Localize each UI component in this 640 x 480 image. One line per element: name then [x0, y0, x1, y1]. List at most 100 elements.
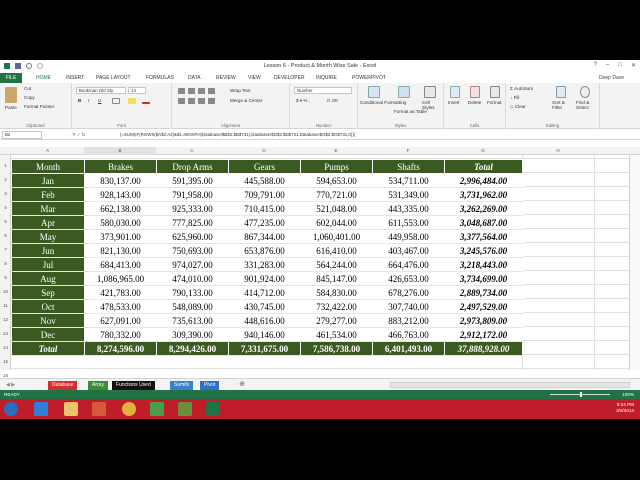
value-cell[interactable]: 534,711.00 — [372, 173, 445, 188]
value-cell[interactable]: 474,010.00 — [156, 271, 229, 286]
sheet-tab-database[interactable]: Database — [48, 381, 78, 390]
row-header[interactable]: 8 — [0, 261, 11, 266]
tab-insert[interactable]: INSERT — [66, 73, 84, 83]
italic-icon[interactable]: I — [88, 98, 89, 103]
tab-data[interactable]: DATA — [188, 73, 201, 83]
sort-filter-icon[interactable] — [556, 86, 566, 98]
grand-total-cell[interactable]: 37,888,928.00 — [444, 341, 523, 356]
clear-button[interactable]: ◇ Clear — [510, 104, 526, 110]
row-total-cell[interactable]: 3,245,576.00 — [444, 243, 523, 258]
month-cell[interactable]: Nov — [11, 313, 85, 328]
value-cell[interactable]: 1,086,965.00 — [84, 271, 157, 286]
value-cell[interactable]: 449,958.00 — [372, 229, 445, 244]
new-sheet-icon[interactable]: ⊕ — [238, 380, 246, 389]
find-icon[interactable] — [580, 86, 590, 98]
app-icon[interactable] — [150, 402, 164, 416]
value-cell[interactable]: 791,958.00 — [156, 187, 229, 202]
value-cell[interactable]: 279,277.00 — [300, 313, 373, 328]
media-icon[interactable] — [92, 402, 106, 416]
paste-icon[interactable] — [5, 87, 17, 103]
value-cell[interactable]: 940,146.00 — [228, 327, 301, 342]
total-cell[interactable]: 7,586,738.00 — [300, 341, 373, 356]
value-cell[interactable]: 883,212.00 — [372, 313, 445, 328]
value-cell[interactable]: 678,276.00 — [372, 285, 445, 300]
borders-icon[interactable] — [112, 98, 120, 104]
month-cell[interactable]: Oct — [11, 299, 85, 314]
value-cell[interactable]: 478,533.00 — [84, 299, 157, 314]
row-header[interactable]: 5 — [0, 219, 11, 224]
value-cell[interactable]: 584,830.00 — [300, 285, 373, 300]
cell-styles-button[interactable]: Cell Styles — [422, 100, 442, 110]
insert-button[interactable]: Insert — [448, 100, 460, 105]
row-header[interactable]: 1 — [0, 163, 11, 168]
value-cell[interactable]: 591,395.00 — [156, 173, 229, 188]
horizontal-scrollbar[interactable] — [390, 382, 630, 388]
row-total-cell[interactable]: 3,731,962.00 — [444, 187, 523, 202]
wrap-text-button[interactable]: Wrap Text — [230, 88, 251, 93]
value-cell[interactable]: 594,653.00 — [300, 173, 373, 188]
value-cell[interactable]: 309,390.00 — [156, 327, 229, 342]
column-header[interactable]: H — [522, 147, 594, 155]
column-header[interactable]: F — [372, 147, 444, 155]
value-cell[interactable]: 901,924.00 — [228, 271, 301, 286]
header-pumps[interactable]: Pumps — [300, 159, 373, 174]
month-cell[interactable]: Jun — [11, 243, 85, 258]
month-cell[interactable]: Aug — [11, 271, 85, 286]
column-header[interactable]: B — [84, 147, 156, 155]
value-cell[interactable]: 867,344.00 — [228, 229, 301, 244]
value-cell[interactable]: 373,901.00 — [84, 229, 157, 244]
tab-developer[interactable]: DEVELOPER — [274, 73, 305, 83]
value-cell[interactable]: 602,044.00 — [300, 215, 373, 230]
fill-color-icon[interactable] — [128, 98, 136, 104]
header-total[interactable]: Total — [444, 159, 523, 174]
value-cell[interactable]: 443,335.00 — [372, 201, 445, 216]
value-cell[interactable]: 403,467.00 — [372, 243, 445, 258]
sheet-tab-sumifs[interactable]: Sumifs — [170, 381, 194, 390]
value-cell[interactable]: 653,876.00 — [228, 243, 301, 258]
value-cell[interactable]: 709,791.00 — [228, 187, 301, 202]
row-header[interactable]: 3 — [0, 191, 11, 196]
row-header[interactable]: 6 — [0, 233, 11, 238]
value-cell[interactable]: 611,553.00 — [372, 215, 445, 230]
value-cell[interactable]: 307,740.00 — [372, 299, 445, 314]
row-header[interactable]: 9 — [0, 275, 11, 280]
value-cell[interactable]: 625,960.00 — [156, 229, 229, 244]
underline-icon[interactable]: U — [98, 98, 101, 103]
row-total-cell[interactable]: 2,912,172.00 — [444, 327, 523, 342]
sort-filter-button[interactable]: Sort & Filter — [552, 100, 574, 110]
row-total-cell[interactable]: 3,048,687.00 — [444, 215, 523, 230]
month-cell[interactable]: Jul — [11, 257, 85, 272]
cut-button[interactable]: Cut — [24, 86, 31, 91]
copy-button[interactable]: Copy — [24, 95, 35, 100]
format-as-table-icon[interactable] — [398, 86, 410, 98]
merge-center-button[interactable]: Merge & Center — [230, 98, 262, 103]
total-cell[interactable]: 8,274,596.00 — [84, 341, 157, 356]
currency-icon[interactable]: $ ▾ % , — [296, 98, 310, 104]
month-cell[interactable]: Feb — [11, 187, 85, 202]
value-cell[interactable]: 974,027.00 — [156, 257, 229, 272]
value-cell[interactable]: 925,333.00 — [156, 201, 229, 216]
delete-cells-icon[interactable] — [470, 86, 480, 98]
sheet-tab-pivot[interactable]: Pivot — [200, 381, 220, 390]
column-header[interactable]: G — [444, 147, 522, 155]
tab-powerpivot[interactable]: POWERPIVOT — [352, 73, 386, 83]
fx-icon[interactable]: ✕ ✓ fx — [72, 131, 85, 139]
row-header[interactable]: 11 — [0, 303, 11, 308]
zoom-slider-knob[interactable] — [580, 392, 582, 397]
header-gears[interactable]: Gears — [228, 159, 301, 174]
worksheet-grid[interactable]: Month Brakes Drop Arms Gears Pumps Shaft… — [11, 155, 629, 370]
cell-styles-icon[interactable] — [424, 86, 436, 98]
name-box[interactable]: B2 — [2, 131, 42, 139]
format-painter-button[interactable]: Format Painter — [24, 104, 54, 109]
column-header[interactable]: A — [11, 147, 84, 155]
start-button-icon[interactable] — [4, 402, 18, 416]
row-total-cell[interactable]: 2,889,734.00 — [444, 285, 523, 300]
tab-view[interactable]: VIEW — [248, 73, 261, 83]
value-cell[interactable]: 664,476.00 — [372, 257, 445, 272]
value-cell[interactable]: 616,410.00 — [300, 243, 373, 258]
system-clock[interactable]: 8:24 PM 3/6/2014 — [616, 402, 634, 414]
zoom-level[interactable]: 100% — [622, 390, 634, 399]
row-total-cell[interactable]: 3,377,564.00 — [444, 229, 523, 244]
app-icon[interactable] — [178, 402, 192, 416]
help-icon[interactable]: ? — [594, 62, 597, 69]
